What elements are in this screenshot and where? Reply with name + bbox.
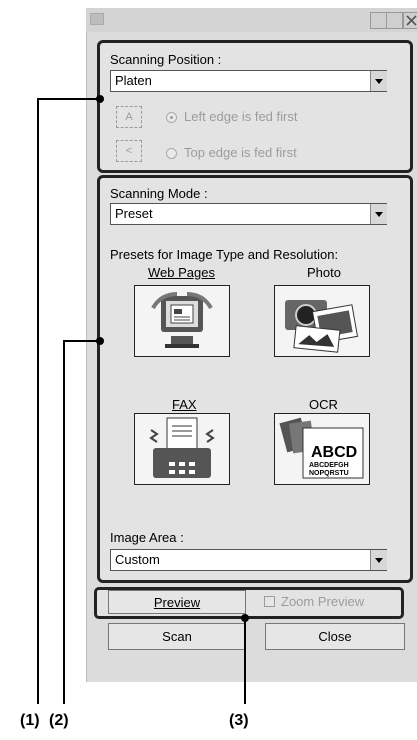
ocr-icon-text-small-1: ABCDEFGH xyxy=(309,462,349,469)
scanning-mode-group xyxy=(97,175,413,583)
scanning-position-label: Scanning Position : xyxy=(110,52,222,67)
preset-fax-label: FAX xyxy=(172,397,197,412)
close-button[interactable]: Close xyxy=(265,623,405,650)
scanning-position-value: Platen xyxy=(115,73,152,88)
chevron-down-icon[interactable] xyxy=(370,71,387,91)
left-edge-orientation-icon: A xyxy=(116,106,142,128)
left-edge-radio[interactable] xyxy=(166,112,177,123)
callout-3-label: (3) xyxy=(229,712,249,729)
close-window-button[interactable] xyxy=(403,12,417,29)
preset-web-pages-label: Web Pages xyxy=(148,265,215,280)
callout-2-vertical-line xyxy=(63,340,65,704)
top-edge-label: Top edge is fed first xyxy=(184,145,297,160)
photo-icon xyxy=(285,300,359,353)
fax-icon xyxy=(149,417,215,478)
scanning-mode-select[interactable]: Preset xyxy=(110,203,387,225)
scanning-mode-label: Scanning Mode : xyxy=(110,186,208,201)
title-bar xyxy=(86,8,417,33)
zoom-preview-checkbox[interactable] xyxy=(264,596,275,607)
preset-web-pages-button[interactable] xyxy=(134,285,230,357)
callout-1-vertical-line xyxy=(37,98,39,704)
callout-2-dot xyxy=(96,337,104,345)
app-icon xyxy=(90,13,104,25)
web-pages-icon xyxy=(151,292,213,348)
zoom-preview-label: Zoom Preview xyxy=(281,594,365,609)
ocr-icon-text-large: ABCD xyxy=(311,444,358,461)
scan-label: Scan xyxy=(162,629,192,644)
presets-label: Presets for Image Type and Resolution: xyxy=(110,247,339,262)
chevron-down-icon[interactable] xyxy=(370,204,387,224)
top-edge-orientation-icon: < xyxy=(116,140,142,162)
callout-1-horizontal-line xyxy=(37,98,99,100)
callout-2-label: (2) xyxy=(49,712,69,729)
preset-fax-button[interactable] xyxy=(134,413,230,485)
callout-2-horizontal-line xyxy=(63,340,99,342)
image-area-label: Image Area : xyxy=(110,530,184,545)
close-label: Close xyxy=(318,629,352,644)
image-area-select[interactable]: Custom xyxy=(110,549,387,571)
ocr-icon-text-small-2: NOPQRSTU xyxy=(309,470,349,477)
close-icon xyxy=(406,15,417,26)
preset-ocr-button[interactable]: ABCD ABCDEFGH NOPQRSTU xyxy=(274,413,370,485)
minimize-button[interactable] xyxy=(370,12,387,29)
chevron-down-icon[interactable] xyxy=(370,550,387,570)
top-edge-radio[interactable] xyxy=(166,148,177,159)
preset-photo-label: Photo xyxy=(307,265,341,280)
callout-1-label: (1) xyxy=(20,712,40,729)
maximize-button[interactable] xyxy=(386,12,403,29)
preview-button[interactable]: Preview xyxy=(108,590,246,614)
callout-1-dot xyxy=(96,95,104,103)
left-edge-label: Left edge is fed first xyxy=(184,109,298,124)
image-area-value: Custom xyxy=(115,552,160,567)
callout-3-vertical-line xyxy=(244,617,246,704)
scan-button[interactable]: Scan xyxy=(108,623,246,650)
preset-ocr-label: OCR xyxy=(309,397,338,412)
scanning-mode-value: Preset xyxy=(115,206,153,221)
scanning-position-select[interactable]: Platen xyxy=(110,70,387,92)
preview-label: Preview xyxy=(153,594,201,610)
preset-photo-button[interactable] xyxy=(274,285,370,357)
